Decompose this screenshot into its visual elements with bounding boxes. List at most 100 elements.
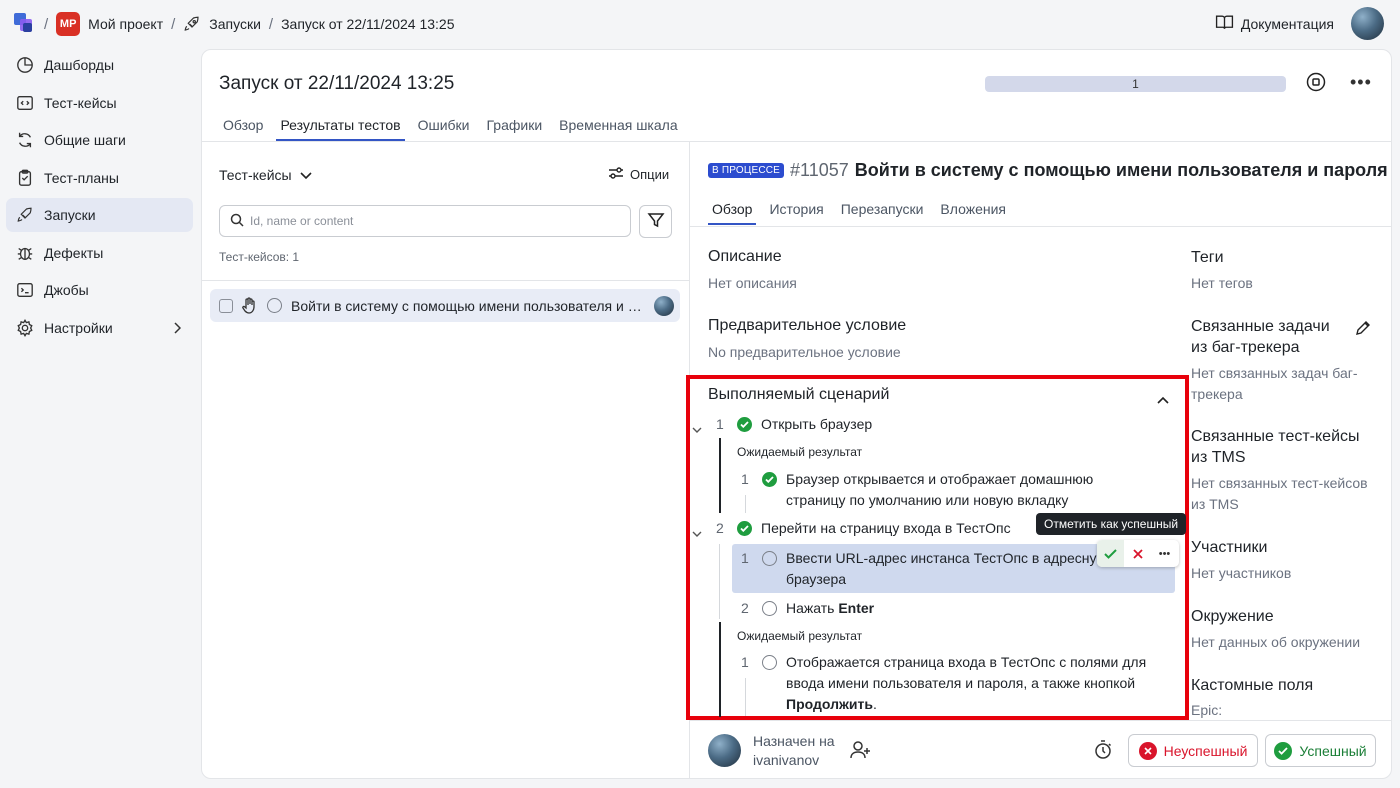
testcase-title: Войти в систему с помощью имени пользова… (854, 160, 1388, 180)
sidebar-item-defects[interactable]: Дефекты (6, 236, 193, 270)
tags-heading: Теги (1191, 249, 1224, 266)
code-icon (15, 93, 35, 113)
close-icon (1138, 741, 1157, 760)
tab-charts[interactable]: Графики (483, 117, 547, 141)
docs-link[interactable]: Документация (1215, 14, 1334, 34)
sidebar-item-label: Тест-планы (44, 169, 119, 186)
timer-icon[interactable] (1093, 740, 1113, 763)
breadcrumb-launches[interactable]: Запуски (209, 16, 261, 32)
tooltip: Отметить как успешный (1036, 513, 1187, 535)
sidebar-item-shared-steps[interactable]: Общие шаги (6, 123, 193, 157)
more-menu-button[interactable]: ••• (1350, 72, 1372, 93)
chevron-down-icon[interactable] (692, 525, 702, 541)
top-bar: / MP Мой проект / Запуски / Запуск от 22… (0, 0, 1400, 48)
sidebar-item-jobs[interactable]: Джобы (6, 273, 193, 307)
filter-button[interactable] (639, 205, 672, 238)
sidebar-item-launches[interactable]: Запуски (6, 198, 193, 232)
gear-icon (15, 318, 35, 338)
testcases-dropdown[interactable]: Тест-кейсы (219, 167, 312, 183)
step-text: Открыть браузер (761, 416, 873, 432)
run-title: Запуск от 22/11/2024 13:25 (219, 73, 455, 94)
sidebar-item-label: Настройки (44, 319, 113, 336)
mark-failed-main-button[interactable]: Неуспешный (1128, 734, 1258, 767)
chevron-right-icon (173, 321, 182, 337)
tab-overview[interactable]: Обзор (219, 117, 267, 141)
issues-heading: из баг-трекера (1191, 339, 1300, 356)
step-text: Нажать Enter (786, 600, 875, 616)
status-pending-icon (267, 298, 282, 313)
status-pending-icon[interactable] (762, 655, 777, 670)
main-panel: Запуск от 22/11/2024 13:25 1 ••• Обзор Р… (201, 49, 1392, 779)
tms-text: из TMS (1191, 496, 1239, 512)
tab-detail-overview[interactable]: Обзор (708, 201, 757, 225)
sidebar: Дашборды Тест-кейсы Общие шаги Тест-план… (6, 48, 193, 348)
step-number: 1 (741, 550, 749, 566)
mark-failed-button[interactable] (1124, 540, 1151, 567)
chevron-down-icon[interactable] (692, 421, 702, 437)
sidebar-item-dashboards[interactable]: Дашборды (6, 48, 193, 82)
tab-history[interactable]: История (765, 201, 827, 225)
sidebar-item-testplans[interactable]: Тест-планы (6, 161, 193, 195)
clipboard-icon (15, 168, 35, 188)
status-pending-icon[interactable] (762, 601, 777, 616)
sidebar-item-label: Дефекты (44, 244, 104, 261)
mark-passed-button[interactable] (1097, 540, 1124, 567)
user-avatar[interactable] (1351, 7, 1384, 40)
breadcrumb-separator: / (171, 15, 176, 33)
step-text: Отображается страница входа в ТестОпс с … (786, 654, 1147, 670)
breadcrumb-project[interactable]: Мой проект (88, 16, 163, 32)
pass-label: Успешный (1299, 742, 1367, 759)
sidebar-item-label: Общие шаги (44, 132, 126, 148)
assigned-info: Назначен на ivanivanov (753, 732, 835, 770)
step-number: 1 (716, 416, 724, 432)
status-passed-icon (762, 472, 777, 487)
status-passed-icon (737, 417, 752, 432)
divider (690, 226, 1391, 227)
divider (202, 141, 1391, 142)
more-icon[interactable]: ••• (1151, 540, 1178, 567)
divider (202, 280, 689, 281)
bug-icon (15, 243, 35, 263)
chevron-up-icon[interactable] (1157, 391, 1169, 407)
tab-test-results[interactable]: Результаты тестов (276, 117, 405, 141)
app-logo[interactable] (14, 13, 36, 35)
search-input[interactable] (250, 214, 620, 228)
divider (745, 495, 746, 513)
sidebar-item-label: Запуски (44, 207, 96, 223)
dashboard-icon (15, 55, 35, 75)
sidebar-item-label: Джобы (44, 282, 89, 298)
step-text: Перейти на страницу входа в ТестОпс (761, 520, 1011, 536)
environment-text: Нет данных об окружении (1191, 634, 1361, 650)
pencil-icon[interactable] (1355, 320, 1371, 339)
tms-heading: из TMS (1191, 449, 1246, 466)
step-text: ввода имени пользователя и пароля, а так… (786, 675, 1136, 691)
testcase-id: #11057 (790, 160, 849, 180)
mark-passed-main-button[interactable]: Успешный (1265, 734, 1376, 767)
add-user-icon[interactable] (850, 740, 872, 763)
tab-reruns[interactable]: Перезапуски (837, 201, 928, 225)
testcase-row[interactable]: Войти в систему с помощью имени пользова… (210, 289, 680, 322)
status-pending-icon[interactable] (762, 551, 777, 566)
description-text: Нет описания (708, 275, 797, 291)
precondition-text: No предварительное условие (708, 344, 901, 360)
members-text: Нет участников (1191, 565, 1292, 581)
step-number: 1 (741, 654, 749, 670)
options-button[interactable]: Опции (608, 167, 669, 182)
assignee-avatar (708, 734, 741, 767)
divider (719, 544, 720, 619)
sidebar-item-testcases[interactable]: Тест-кейсы (6, 86, 193, 120)
scenario-heading: Выполняемый сценарий (708, 386, 890, 403)
step-text: браузера (786, 571, 847, 587)
stop-button[interactable] (1306, 72, 1326, 95)
refresh-icon (15, 130, 35, 150)
step-text: Браузер открывается и отображает домашню… (786, 471, 1094, 487)
row-checkbox[interactable] (219, 298, 233, 313)
expected-bracket (719, 438, 721, 513)
tab-timeline[interactable]: Временная шкала (555, 117, 681, 141)
tab-attachments[interactable]: Вложения (936, 201, 1010, 225)
breadcrumb-separator: / (44, 15, 49, 33)
tab-errors[interactable]: Ошибки (414, 117, 474, 141)
testcases-count: Тест-кейсов: 1 (219, 250, 300, 264)
sidebar-item-settings[interactable]: Настройки (6, 311, 193, 345)
custom-fields-heading: Кастомные поля (1191, 677, 1314, 694)
